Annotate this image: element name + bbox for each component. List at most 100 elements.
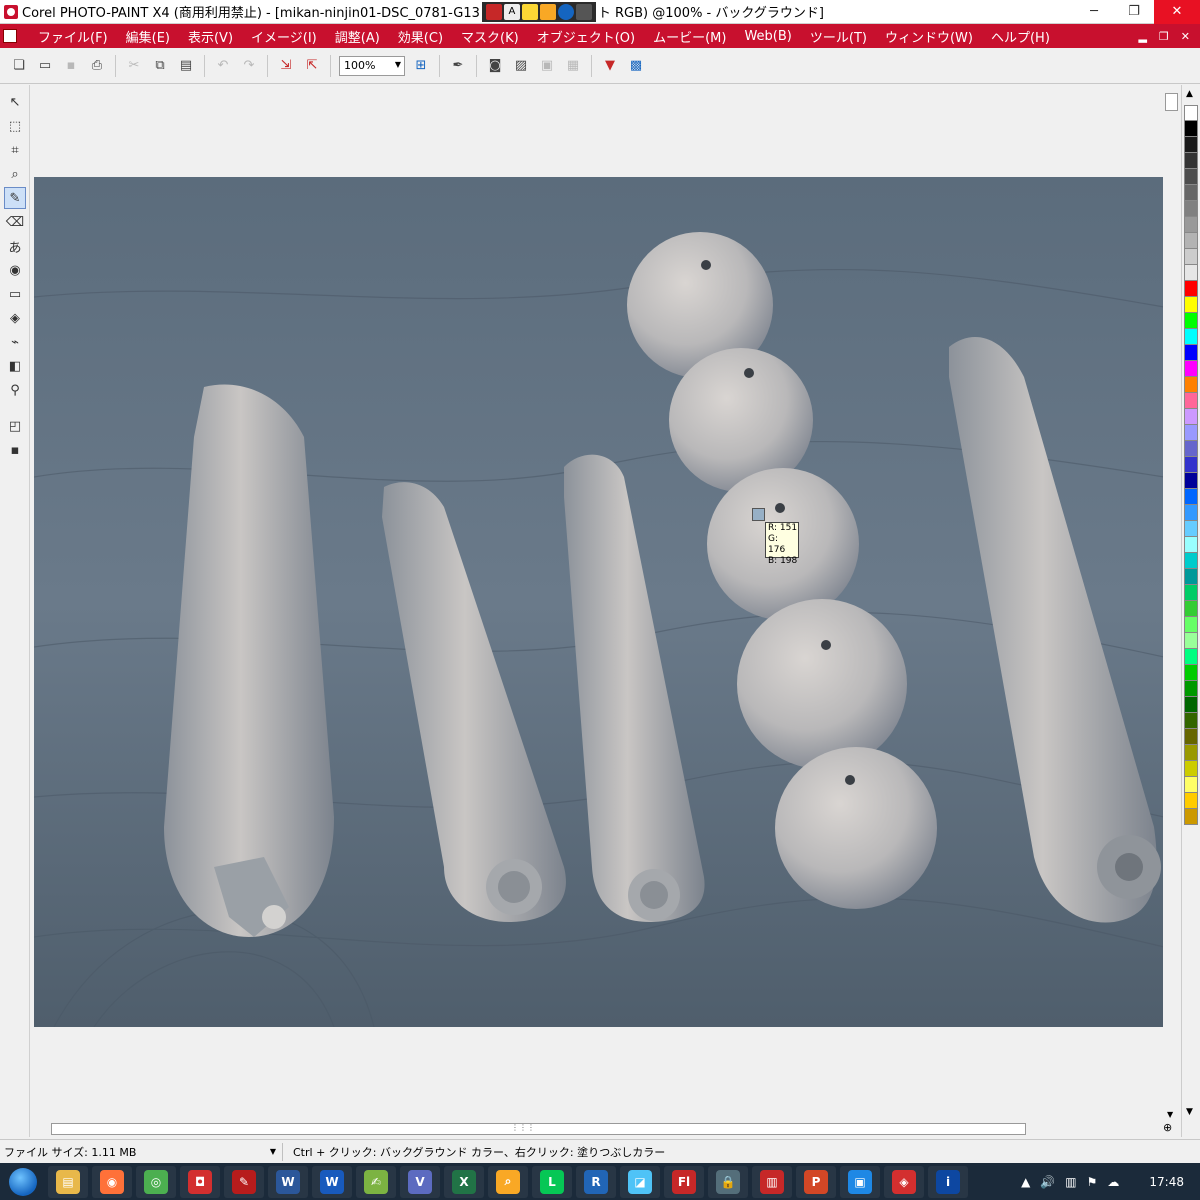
palette-swatch[interactable] xyxy=(1184,121,1198,137)
palette-swatch[interactable] xyxy=(1184,281,1198,297)
fill-tool-icon[interactable]: ◈ xyxy=(4,307,26,329)
palette-swatch[interactable] xyxy=(1184,217,1198,233)
fill-color-icon[interactable]: ▪ xyxy=(4,439,26,461)
horizontal-scrollbar[interactable]: ⋮⋮⋮ ⊕ xyxy=(31,1121,1181,1137)
effect-tool-icon[interactable]: ◧ xyxy=(4,355,26,377)
taskbar-powerpoint-icon[interactable]: P xyxy=(796,1165,836,1198)
taskbar-explorer-icon[interactable]: ▤ xyxy=(48,1165,88,1198)
doc-close-button[interactable]: ✕ xyxy=(1181,30,1190,43)
rectangle-tool-icon[interactable]: ▭ xyxy=(4,283,26,305)
close-button[interactable]: ✕ xyxy=(1154,0,1200,24)
network-icon[interactable]: ▥ xyxy=(1065,1175,1076,1189)
zoom-fit-icon[interactable]: ⊞ xyxy=(410,55,432,77)
menu-effects[interactable]: 効果(C) xyxy=(389,27,452,46)
taskbar-app-bank-icon[interactable]: ▥ xyxy=(752,1165,792,1198)
scroll-down-icon[interactable]: ▼ xyxy=(1167,1110,1173,1119)
zoom-level-dropdown[interactable]: 100% xyxy=(339,55,405,76)
palette-swatch[interactable] xyxy=(1184,361,1198,377)
palette-swatch[interactable] xyxy=(1184,553,1198,569)
taskbar-app-corel2-icon[interactable]: ◈ xyxy=(884,1165,924,1198)
palette-swatch[interactable] xyxy=(1184,249,1198,265)
palette-swatch[interactable] xyxy=(1184,505,1198,521)
menu-help[interactable]: ヘルプ(H) xyxy=(982,27,1059,46)
taskbar-app-screen-icon[interactable]: ▣ xyxy=(840,1165,880,1198)
options-dropdown-icon[interactable]: ▼ xyxy=(599,55,621,77)
title-bar[interactable]: Corel PHOTO-PAINT X4 (商用利用禁止) - [mikan-n… xyxy=(0,0,1200,24)
mask-overlay-icon[interactable]: ▣ xyxy=(536,55,558,77)
ime-dictionary-icon[interactable] xyxy=(521,3,538,20)
taskbar-info-app-icon[interactable]: i xyxy=(928,1165,968,1198)
palette-swatch[interactable] xyxy=(1184,201,1198,217)
taskbar-app-lock-icon[interactable]: 🔒 xyxy=(708,1165,748,1198)
red-eye-tool-icon[interactable]: ◉ xyxy=(4,259,26,281)
palette-swatch[interactable] xyxy=(1184,137,1198,153)
palette-swatch[interactable] xyxy=(1184,697,1198,713)
marquee-icon[interactable]: ▦ xyxy=(562,55,584,77)
menu-tools[interactable]: ツール(T) xyxy=(801,27,876,46)
undo-icon[interactable]: ↶ xyxy=(212,55,234,77)
palette-scroll-down-icon[interactable]: ▼ xyxy=(1186,1107,1193,1117)
palette-swatch[interactable] xyxy=(1184,569,1198,585)
menu-edit[interactable]: 編集(E) xyxy=(117,27,179,46)
import-icon[interactable]: ⇲ xyxy=(275,55,297,77)
export-icon[interactable]: ⇱ xyxy=(301,55,323,77)
menu-view[interactable]: 表示(V) xyxy=(179,27,242,46)
open-folder-icon[interactable]: ▭ xyxy=(34,55,56,77)
ime-mode-icon[interactable]: A xyxy=(503,3,520,20)
palette-swatch[interactable] xyxy=(1184,713,1198,729)
palette-swatch[interactable] xyxy=(1184,729,1198,745)
palette-scroll-up-icon[interactable]: ▲ xyxy=(1186,89,1193,99)
palette-swatch[interactable] xyxy=(1184,649,1198,665)
palette-swatch[interactable] xyxy=(1184,153,1198,169)
menu-mask[interactable]: マスク(K) xyxy=(452,27,528,46)
palette-swatch[interactable] xyxy=(1184,761,1198,777)
palette-swatch[interactable] xyxy=(1184,617,1198,633)
horizontal-scroll-thumb[interactable] xyxy=(51,1123,1026,1135)
menu-object[interactable]: オブジェクト(O) xyxy=(528,27,644,46)
start-button[interactable] xyxy=(0,1163,46,1200)
document-icon[interactable] xyxy=(3,29,17,43)
launcher-icon[interactable]: ✒ xyxy=(447,55,469,77)
palette-swatch[interactable] xyxy=(1184,793,1198,809)
clock[interactable]: 17:48 xyxy=(1149,1175,1184,1189)
taskbar-app-glass-icon[interactable]: ◪ xyxy=(620,1165,660,1198)
palette-swatch[interactable] xyxy=(1184,665,1198,681)
palette-swatch[interactable] xyxy=(1184,473,1198,489)
image-canvas[interactable] xyxy=(34,177,1164,1027)
show-object-icon[interactable]: ◙ xyxy=(484,55,506,77)
ime-language-bar[interactable]: A xyxy=(481,1,596,22)
show-mask-icon[interactable]: ▨ xyxy=(510,55,532,77)
rectangle-mask-icon[interactable]: ⬚ xyxy=(4,115,26,137)
cut-icon[interactable]: ✂ xyxy=(123,55,145,77)
corel-app-icon[interactable] xyxy=(4,4,18,19)
taskbar-word-icon[interactable]: W xyxy=(312,1165,352,1198)
palette-swatch[interactable] xyxy=(1184,377,1198,393)
palette-swatch[interactable] xyxy=(1184,297,1198,313)
palette-swatch[interactable] xyxy=(1184,457,1198,473)
palette-swatch[interactable] xyxy=(1184,345,1198,361)
palette-swatch[interactable] xyxy=(1184,521,1198,537)
eyedropper-tool-icon[interactable]: ✎ xyxy=(4,187,26,209)
pick-tool-icon[interactable]: ↖ xyxy=(4,91,26,113)
palette-swatch[interactable] xyxy=(1184,441,1198,457)
palette-swatch[interactable] xyxy=(1184,681,1198,697)
minimize-button[interactable]: ─ xyxy=(1074,0,1114,24)
palette-swatch[interactable] xyxy=(1184,809,1198,825)
palette-swatch[interactable] xyxy=(1184,393,1198,409)
palette-swatch[interactable] xyxy=(1184,777,1198,793)
palette-swatch[interactable] xyxy=(1184,585,1198,601)
taskbar-excel-icon[interactable]: X xyxy=(444,1165,484,1198)
taskbar-firefox-icon[interactable]: ◉ xyxy=(92,1165,132,1198)
eraser-tool-icon[interactable]: ⌫ xyxy=(4,211,26,233)
vertical-scroll-thumb[interactable] xyxy=(1165,93,1178,111)
palette-swatch[interactable] xyxy=(1184,169,1198,185)
taskbar-app-red-icon[interactable]: ✎ xyxy=(224,1165,264,1198)
palette-swatch[interactable] xyxy=(1184,537,1198,553)
text-tool-icon[interactable]: あ xyxy=(4,235,26,257)
paste-icon[interactable]: ▤ xyxy=(175,55,197,77)
palette-swatch[interactable] xyxy=(1184,489,1198,505)
palette-swatch[interactable] xyxy=(1184,633,1198,649)
onedrive-icon[interactable]: ☁ xyxy=(1107,1175,1119,1189)
volume-icon[interactable]: 🔊 xyxy=(1040,1175,1055,1189)
taskbar-chrome-icon[interactable]: ◎ xyxy=(136,1165,176,1198)
